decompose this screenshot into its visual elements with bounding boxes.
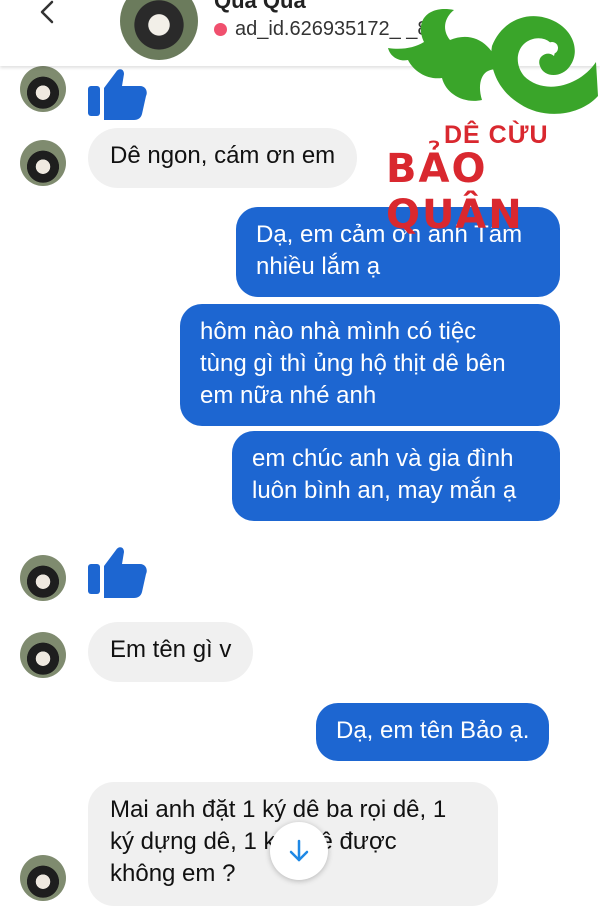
- message-line: Mai anh đặt 1 ký dê ba rọi dê, 1: [110, 796, 447, 823]
- thumbs-up-icon: [88, 547, 147, 598]
- arrow-down-icon: [289, 839, 309, 862]
- message-text: Em tên gì v: [110, 636, 232, 663]
- incoming-message[interactable]: Dê ngon, cám ơn em: [88, 128, 358, 188]
- contact-avatar-small[interactable]: [20, 140, 66, 186]
- message-line: hôm nào nhà mình có tiệc: [200, 318, 477, 345]
- message-line: nhiều lắm ạ: [256, 253, 381, 280]
- contact-avatar-small[interactable]: [20, 632, 66, 678]
- ad-status-dot: [214, 23, 227, 36]
- goat-logo-icon: [388, 9, 598, 114]
- brand-logo: DÊ CỪU BẢO QUÂN: [384, 0, 600, 238]
- back-arrow-icon[interactable]: [28, 0, 68, 34]
- message-text: Dạ, em tên Bảo ạ.: [336, 717, 530, 744]
- contact-avatar-small[interactable]: [20, 66, 66, 112]
- contact-name[interactable]: Qua Qua: [214, 0, 306, 14]
- message-text: Dê ngon, cám ơn em: [110, 142, 336, 169]
- logo-line2: BẢO QUÂN: [386, 146, 524, 238]
- message-line: em chúc anh và gia đình: [252, 445, 514, 472]
- contact-avatar-small[interactable]: [20, 855, 66, 901]
- message-line: em nữa nhé anh: [200, 382, 377, 409]
- outgoing-message[interactable]: em chúc anh và gia đình luôn bình an, ma…: [232, 431, 560, 521]
- message-line: luôn bình an, may mắn ạ: [252, 477, 517, 504]
- incoming-message[interactable]: Em tên gì v: [88, 622, 254, 682]
- contact-avatar-small[interactable]: [20, 555, 66, 601]
- scroll-to-bottom-button[interactable]: [270, 822, 328, 880]
- contact-avatar[interactable]: [120, 0, 198, 60]
- outgoing-message[interactable]: hôm nào nhà mình có tiệc tùng gì thì ủng…: [180, 304, 560, 426]
- thumbs-up-icon: [88, 69, 147, 120]
- outgoing-message[interactable]: Dạ, em tên Bảo ạ.: [316, 703, 550, 761]
- message-line: tùng gì thì ủng hộ thịt dê bên: [200, 350, 506, 377]
